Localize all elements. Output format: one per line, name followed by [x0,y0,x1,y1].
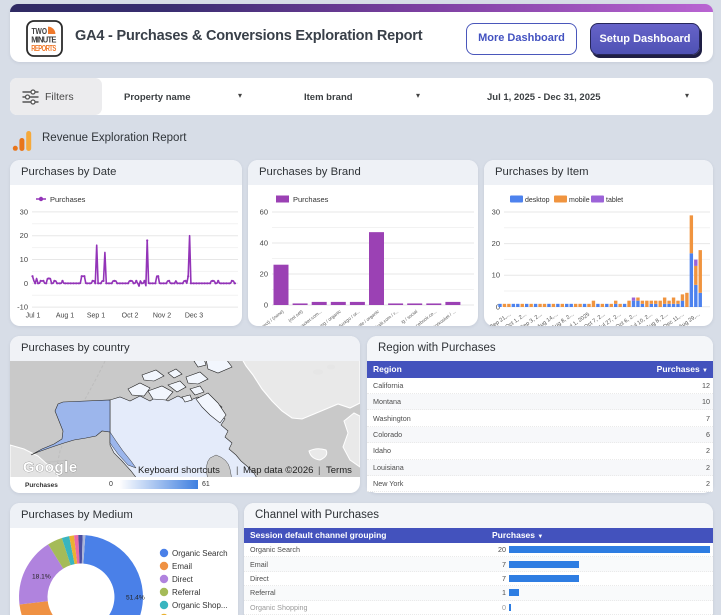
svg-text:30: 30 [492,208,500,217]
svg-text:REPORTS: REPORTS [31,44,57,53]
svg-text:Terms: Terms [326,465,352,476]
svg-text:ig / social: ig / social [400,309,418,325]
svg-text:Referral: Referral [172,588,201,597]
svg-text:Organic Shop...: Organic Shop... [172,601,228,610]
svg-text:20: 20 [492,239,500,248]
svg-text:Direct: Direct [172,575,194,584]
svg-text:desktop: desktop [525,197,550,204]
svg-text:Email: Email [172,562,192,571]
svg-text:20: 20 [260,270,268,279]
svg-text:Dec 3: Dec 3 [185,313,203,320]
svg-text:30: 30 [20,207,28,216]
svg-text:18.1%: 18.1% [32,574,51,581]
svg-text:Jul 1: Jul 1 [26,313,41,320]
svg-text:10: 10 [20,255,28,264]
svg-text:0: 0 [24,279,28,288]
svg-text:-10: -10 [17,303,28,312]
svg-text:0: 0 [264,301,268,310]
svg-text:mobile: mobile [569,197,590,204]
svg-text:(direct) / (none): (direct) / (none) [257,309,285,326]
svg-text:|: | [236,465,238,476]
svg-text:Map data ©2026: Map data ©2026 [243,465,313,476]
svg-text:40: 40 [260,239,268,248]
svg-text:(not set): (not set) [287,309,304,324]
svg-text:Keyboard shortcuts: Keyboard shortcuts [138,465,220,476]
svg-text:51.4%: 51.4% [126,595,145,602]
svg-text:Sep 1: Sep 1 [87,313,105,320]
svg-text:tablet: tablet [606,197,623,204]
svg-text:Purchases: Purchases [293,195,329,204]
svg-text:20: 20 [20,231,28,240]
svg-text:Nov 2: Nov 2 [153,313,171,320]
svg-text:10: 10 [492,271,500,280]
svg-text:Aug 1: Aug 1 [56,313,74,320]
svg-text:TWO: TWO [32,26,48,36]
svg-text:Organic Search: Organic Search [172,549,228,558]
svg-text:|: | [318,465,320,476]
svg-text:Oct 2: Oct 2 [122,313,139,320]
svg-text:60: 60 [260,208,268,217]
svg-text:Google: Google [23,459,78,476]
svg-text:Purchases: Purchases [50,195,86,204]
